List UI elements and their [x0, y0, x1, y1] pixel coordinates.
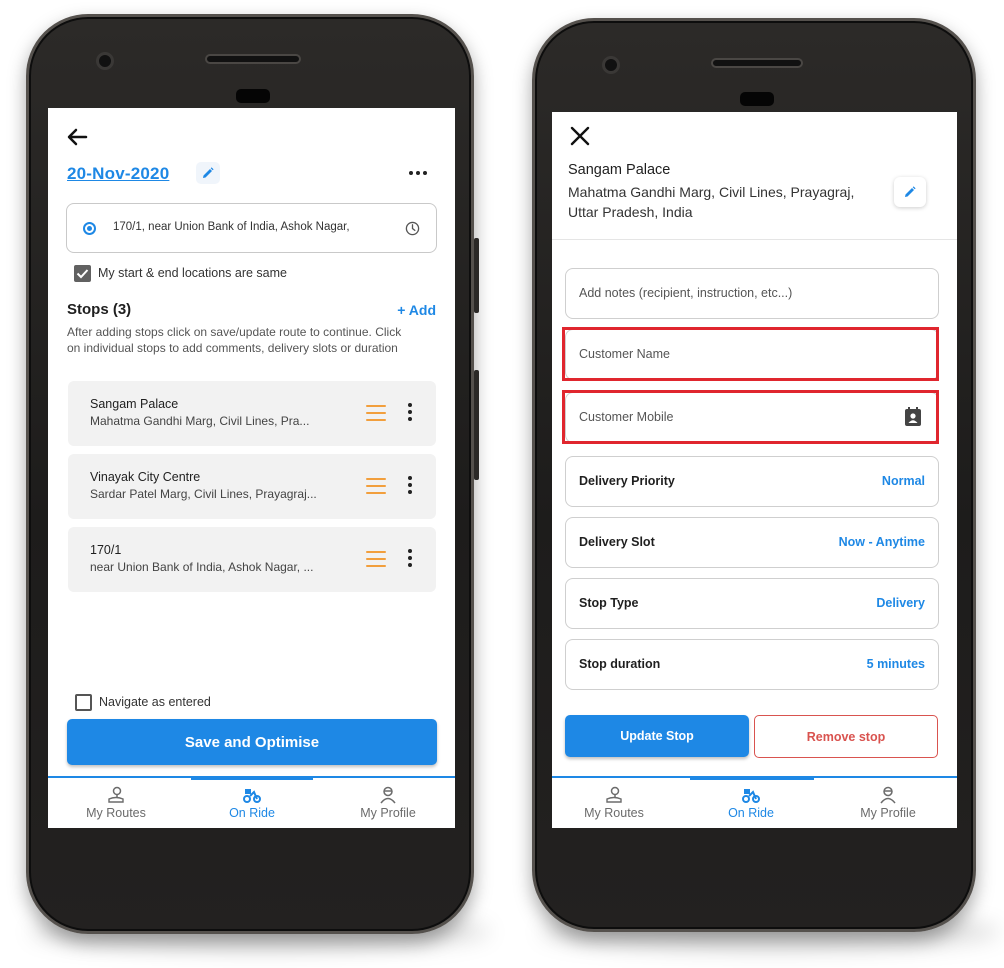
- start-location-field[interactable]: 170/1, near Union Bank of India, Ashok N…: [66, 203, 437, 253]
- nav-on-ride[interactable]: On Ride: [691, 786, 811, 820]
- nav-label: My Profile: [860, 806, 916, 820]
- nav-my-profile[interactable]: My Profile: [828, 786, 948, 820]
- stops-help-text: After adding stops click on save/update …: [67, 325, 402, 355]
- setting-label: Delivery Slot: [579, 535, 655, 549]
- stop-name: 170/1: [90, 543, 122, 557]
- delivery-slot-row[interactable]: Delivery Slot Now - Anytime: [565, 517, 939, 568]
- setting-value: Delivery: [876, 596, 925, 610]
- stop-address: near Union Bank of India, Ashok Nagar, .…: [90, 560, 314, 574]
- stop-address: Mahatma Gandhi Marg, Civil Lines, Pra...: [90, 414, 310, 428]
- phone-notch: [740, 92, 774, 106]
- stop-menu-icon[interactable]: [408, 476, 412, 494]
- stop-card[interactable]: Vinayak City Centre Sardar Patel Marg, C…: [68, 454, 436, 519]
- stop-address: Sardar Patel Marg, Civil Lines, Prayagra…: [90, 487, 317, 501]
- delivery-priority-row[interactable]: Delivery Priority Normal: [565, 456, 939, 507]
- more-options-icon[interactable]: [409, 171, 427, 175]
- setting-value: 5 minutes: [866, 657, 925, 671]
- stop-address: Mahatma Gandhi Marg, Civil Lines, Prayag…: [568, 184, 855, 220]
- drag-handle-icon[interactable]: [366, 405, 386, 421]
- same-locations-checkbox[interactable]: [74, 265, 91, 282]
- pencil-icon: [905, 186, 916, 197]
- update-stop-button[interactable]: Update Stop: [565, 715, 749, 757]
- notes-placeholder: Add notes (recipient, instruction, etc..…: [579, 286, 793, 300]
- stops-title: Stops (3): [67, 301, 132, 318]
- bike-icon: [742, 789, 760, 803]
- navigate-as-entered-label: Navigate as entered: [99, 695, 211, 709]
- earpiece-speaker: [205, 54, 301, 64]
- active-tab-indicator: [191, 776, 313, 780]
- checkmark-icon: [76, 269, 89, 279]
- location-radio-icon: [83, 222, 96, 235]
- navigate-as-entered-checkbox[interactable]: [75, 694, 92, 711]
- stop-card[interactable]: Sangam Palace Mahatma Gandhi Marg, Civil…: [68, 381, 436, 446]
- pencil-icon: [203, 167, 214, 178]
- bike-icon: [243, 789, 261, 803]
- edit-date-button[interactable]: [196, 162, 220, 184]
- bottom-navigation: My Routes On Ride My Profile: [48, 776, 455, 828]
- notes-field[interactable]: Add notes (recipient, instruction, etc..…: [565, 268, 939, 319]
- route-date[interactable]: 20-Nov-2020: [67, 164, 169, 184]
- stop-name: Sangam Palace: [90, 397, 179, 411]
- map-pin-icon: [606, 786, 622, 803]
- start-location-text: 170/1, near Union Bank of India, Ashok N…: [113, 221, 350, 233]
- front-camera: [96, 52, 114, 70]
- close-icon[interactable]: [569, 125, 591, 147]
- stop-card[interactable]: 170/1 near Union Bank of India, Ashok Na…: [68, 527, 436, 592]
- nav-label: My Routes: [86, 806, 146, 820]
- setting-value: Normal: [881, 474, 925, 488]
- setting-label: Stop duration: [579, 657, 661, 671]
- stop-type-row[interactable]: Stop Type Delivery: [565, 578, 939, 629]
- setting-value: Now - Anytime: [838, 535, 925, 549]
- nav-my-routes[interactable]: My Routes: [554, 786, 674, 820]
- stop-name: Vinayak City Centre: [90, 470, 201, 484]
- nav-on-ride[interactable]: On Ride: [192, 786, 312, 820]
- map-pin-icon: [108, 786, 124, 803]
- setting-label: Delivery Priority: [579, 474, 675, 488]
- highlight-box: [562, 327, 939, 381]
- profile-icon: [880, 786, 896, 804]
- nav-label: On Ride: [229, 806, 275, 820]
- add-stop-button[interactable]: + Add: [397, 302, 436, 318]
- back-arrow-icon[interactable]: [66, 126, 88, 148]
- nav-my-profile[interactable]: My Profile: [328, 786, 448, 820]
- stop-menu-icon[interactable]: [408, 549, 412, 567]
- nav-label: On Ride: [728, 806, 774, 820]
- phone-notch: [236, 89, 270, 103]
- setting-label: Stop Type: [579, 596, 639, 610]
- drag-handle-icon[interactable]: [366, 478, 386, 494]
- nav-label: My Routes: [584, 806, 644, 820]
- front-camera: [602, 56, 620, 74]
- side-button: [474, 370, 479, 480]
- stop-menu-icon[interactable]: [408, 403, 412, 421]
- highlight-box: [562, 390, 939, 444]
- stop-duration-row[interactable]: Stop duration 5 minutes: [565, 639, 939, 690]
- header-divider: [552, 239, 957, 240]
- drag-handle-icon[interactable]: [366, 551, 386, 567]
- nav-my-routes[interactable]: My Routes: [56, 786, 176, 820]
- nav-label: My Profile: [360, 806, 416, 820]
- clock-icon[interactable]: [405, 221, 420, 236]
- profile-icon: [380, 786, 396, 804]
- screen-stop-details: Sangam Palace Mahatma Gandhi Marg, Civil…: [552, 112, 957, 828]
- same-locations-label: My start & end locations are same: [98, 266, 287, 280]
- bottom-navigation: My Routes On Ride My Profile: [552, 776, 957, 828]
- earpiece-speaker: [711, 58, 803, 68]
- side-button: [474, 238, 479, 313]
- active-tab-indicator: [690, 776, 814, 780]
- save-and-optimise-button[interactable]: Save and Optimise: [67, 719, 437, 765]
- screen-route-planner: 20-Nov-2020 170/1, near Union Bank of In…: [48, 108, 455, 828]
- edit-stop-button[interactable]: [894, 177, 926, 207]
- remove-stop-button[interactable]: Remove stop: [754, 715, 938, 758]
- stop-title: Sangam Palace: [568, 162, 671, 178]
